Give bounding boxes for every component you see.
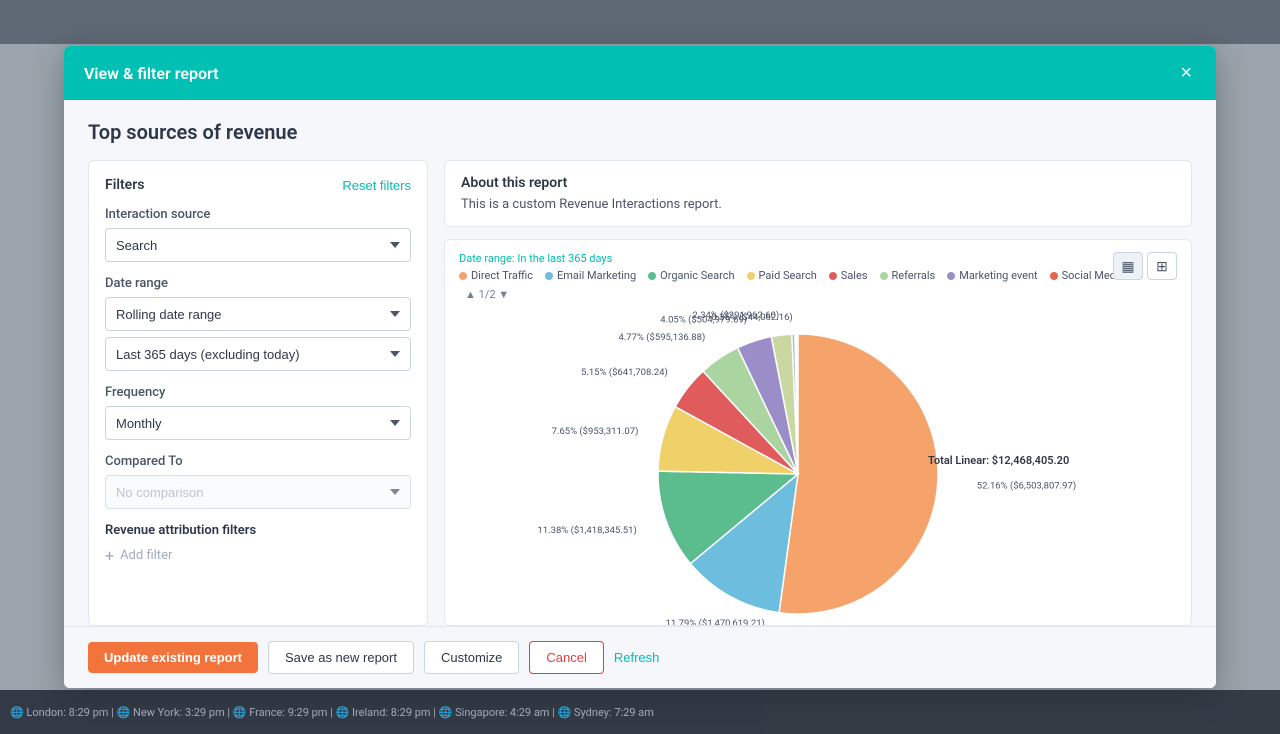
date-range-selects: Rolling date range Last 365 days (exclud…	[105, 297, 411, 371]
svg-text:Total Linear: $12,468,405.20: Total Linear: $12,468,405.20	[928, 454, 1069, 467]
pie-label: 4.77% ($595,136.88)	[618, 332, 705, 343]
modal-header: View & filter report ×	[64, 46, 1216, 100]
date-range-group: Date range Rolling date range Last 365 d…	[105, 276, 411, 371]
modal-dialog: View & filter report × Top sources of re…	[64, 46, 1216, 688]
pie-label: 0.35% ($44,062.16)	[711, 312, 792, 323]
legend-color-dot	[880, 272, 888, 280]
pie-label: 11.38% ($1,418,345.51)	[538, 525, 637, 536]
modal-title: View & filter report	[84, 64, 219, 83]
reset-filters-button[interactable]: Reset filters	[342, 178, 411, 193]
chart-table-view-button[interactable]: ⊞	[1147, 252, 1177, 280]
interaction-source-group: Interaction source Search	[105, 207, 411, 262]
legend-item: Referrals	[880, 269, 936, 282]
chart-pagination[interactable]: ▲ 1/2 ▼	[465, 288, 509, 301]
revenue-attribution-group: Revenue attribution filters + Add filter	[105, 523, 411, 565]
filters-title: Filters	[105, 177, 144, 193]
legend-color-dot	[545, 272, 553, 280]
legend-color-dot	[459, 272, 467, 280]
update-report-button[interactable]: Update existing report	[88, 642, 258, 673]
report-title: Top sources of revenue	[88, 120, 1192, 144]
legend-label: Organic Search	[660, 269, 734, 282]
about-report-description: This is a custom Revenue Interactions re…	[461, 197, 1175, 212]
date-range-label: Date range	[105, 276, 411, 291]
filters-panel: Filters Reset filters Interaction source…	[88, 160, 428, 626]
table-icon: ⊞	[1156, 258, 1168, 275]
add-filter-label: Add filter	[120, 548, 172, 563]
pie-label: 7.65% ($953,311.07)	[552, 426, 639, 437]
pie-chart-svg: Total Linear: $12,468,405.20 52.16% ($6,5…	[538, 309, 1098, 626]
bar-chart-icon: ▦	[1121, 258, 1134, 275]
legend-label: Paid Search	[759, 269, 817, 282]
legend-color-dot	[648, 272, 656, 280]
customize-button[interactable]: Customize	[424, 641, 519, 674]
chart-legend: Direct Traffic Email Marketing Organic Sea…	[459, 269, 1177, 301]
legend-item: Email Marketing	[545, 269, 636, 282]
compared-to-select[interactable]: No comparison	[105, 475, 411, 509]
refresh-button[interactable]: Refresh	[614, 650, 660, 665]
legend-item: Organic Search	[648, 269, 734, 282]
pie-label: 11.79% ($1,470,619.21)	[666, 618, 765, 626]
chart-date-range: Date range: In the last 365 days	[459, 252, 1177, 265]
legend-color-dot	[1050, 272, 1058, 280]
modal-content-row: Filters Reset filters Interaction source…	[88, 160, 1192, 626]
modal-footer: Update existing report Save as new repor…	[64, 626, 1216, 688]
pie-label: 52.16% ($6,503,807.97)	[977, 481, 1076, 492]
bottom-bar-text: 🌐 London: 8:29 pm | 🌐 New York: 3:29 pm …	[10, 706, 654, 719]
legend-label: Email Marketing	[557, 269, 636, 282]
pie-label: 5.15% ($641,708.24)	[581, 367, 668, 378]
interaction-source-label: Interaction source	[105, 207, 411, 222]
date-range-period-select[interactable]: Last 365 days (excluding today)	[105, 337, 411, 371]
compared-to-group: Compared To No comparison	[105, 454, 411, 509]
chart-bar-view-button[interactable]: ▦	[1113, 252, 1143, 280]
legend-color-dot	[747, 272, 755, 280]
about-report-title: About this report	[461, 175, 1175, 191]
legend-item: Paid Search	[747, 269, 817, 282]
legend-label: Marketing event	[959, 269, 1037, 282]
interaction-source-select[interactable]: Search	[105, 228, 411, 262]
frequency-select[interactable]: Monthly	[105, 406, 411, 440]
about-report-box: About this report This is a custom Reven…	[444, 160, 1192, 227]
save-new-report-button[interactable]: Save as new report	[268, 641, 414, 674]
date-range-type-select[interactable]: Rolling date range	[105, 297, 411, 331]
legend-item: Sales	[829, 269, 868, 282]
add-filter-row[interactable]: + Add filter	[105, 546, 411, 565]
legend-color-dot	[829, 272, 837, 280]
frequency-group: Frequency Monthly	[105, 385, 411, 440]
cancel-button[interactable]: Cancel	[529, 641, 603, 674]
bottom-bar: 🌐 London: 8:29 pm | 🌐 New York: 3:29 pm …	[0, 690, 1280, 734]
compared-to-label: Compared To	[105, 454, 411, 469]
legend-label: Sales	[841, 269, 868, 282]
filters-header: Filters Reset filters	[105, 177, 411, 193]
legend-label: Direct Traffic	[471, 269, 533, 282]
revenue-attribution-title: Revenue attribution filters	[105, 523, 411, 538]
frequency-label: Frequency	[105, 385, 411, 400]
chart-toolbar: ▦ ⊞	[1113, 252, 1177, 280]
legend-item: Direct Traffic	[459, 269, 533, 282]
legend-color-dot	[947, 272, 955, 280]
plus-icon: +	[105, 546, 114, 565]
right-panel: About this report This is a custom Reven…	[444, 160, 1192, 626]
modal-body: Top sources of revenue Filters Reset fil…	[64, 100, 1216, 626]
chart-container: Total Linear: $12,468,405.20 52.16% ($6,5…	[459, 309, 1177, 626]
legend-item: Marketing event	[947, 269, 1037, 282]
pie-slice	[779, 334, 938, 614]
chart-box: ▦ ⊞ Date range: In the last 365 days Dir…	[444, 239, 1192, 626]
legend-label: Referrals	[892, 269, 936, 282]
modal-close-button[interactable]: ×	[1176, 59, 1196, 87]
